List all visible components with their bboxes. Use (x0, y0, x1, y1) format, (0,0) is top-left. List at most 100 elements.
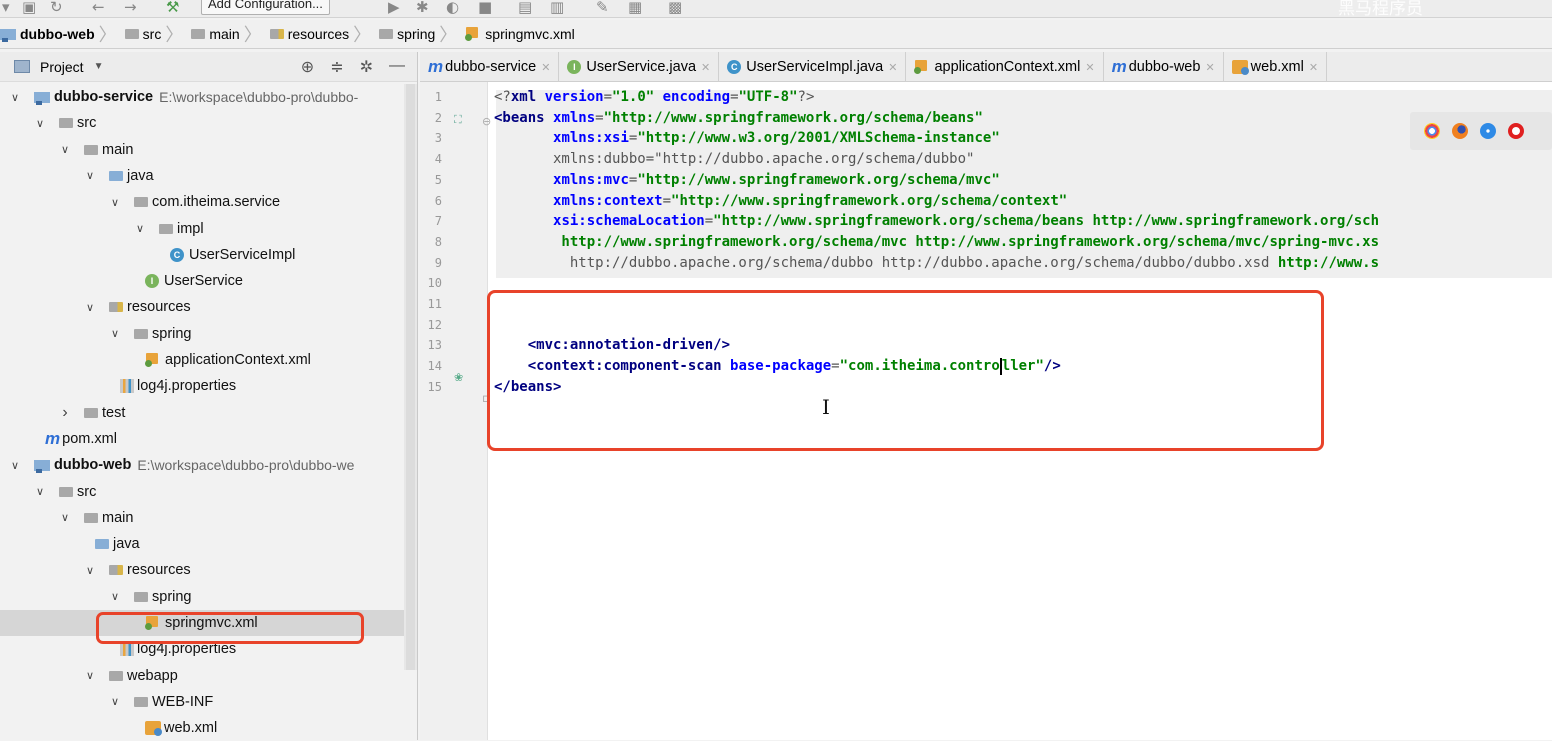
tree-item[interactable]: I UserService (0, 268, 404, 294)
tree-item[interactable]: › test (0, 400, 404, 426)
chevron-down-icon[interactable]: ∨ (83, 564, 97, 577)
sync-icon[interactable]: ↻ (50, 0, 63, 15)
sdk-icon[interactable]: ▥ (550, 0, 564, 15)
stop-icon[interactable]: ■ (478, 0, 492, 15)
coverage-icon[interactable]: ◐ (446, 0, 459, 15)
code-line[interactable]: <?xml version="1.0" encoding="UTF-8"?> (494, 87, 814, 107)
tree-item[interactable]: ∨ spring (0, 321, 404, 347)
editor-tab[interactable]: web.xml ✕ (1224, 52, 1328, 82)
gutter-bean-icon[interactable]: ⛶ (454, 113, 462, 127)
chevron-down-icon[interactable]: ∨ (83, 669, 97, 682)
project-panel-title[interactable]: Project (40, 59, 84, 75)
chevron-down-icon[interactable]: ∨ (133, 222, 147, 235)
close-icon[interactable]: ✕ (1309, 61, 1318, 74)
save-all-icon[interactable]: ▾ (2, 0, 10, 15)
breadcrumb-item[interactable]: dubbo-web 〉 (0, 20, 125, 49)
tree-item[interactable]: web.xml (0, 715, 404, 741)
code-line[interactable]: xmlns:mvc="http://www.springframework.or… (494, 170, 1000, 190)
tree-item[interactable]: ∨ resources (0, 294, 404, 320)
gear-icon[interactable]: ✲ (360, 57, 373, 77)
chevron-down-icon[interactable]: ∨ (8, 91, 22, 104)
forward-icon[interactable]: → (124, 0, 137, 15)
breadcrumb-item[interactable]: main 〉 (191, 20, 269, 49)
code-line[interactable]: xsi:schemaLocation="http://www.springfra… (494, 211, 1379, 231)
breadcrumb-item[interactable]: spring 〉 (379, 20, 465, 49)
run-icon[interactable]: ▶ (388, 0, 400, 15)
tree-item[interactable]: ∨ dubbo-web E:\workspace\dubbo-pro\dubbo-w… (0, 452, 404, 478)
build-icon[interactable]: ⚒ (166, 0, 179, 15)
collapse-all-icon[interactable]: ≑ (330, 57, 343, 77)
tree-item[interactable]: ∨ dubbo-service E:\workspace\dubbo-pro\dub… (0, 84, 404, 110)
chevron-down-icon[interactable]: ∨ (33, 485, 47, 498)
close-icon[interactable]: ✕ (701, 61, 710, 74)
tree-item[interactable]: ∨ java (0, 163, 404, 189)
run-configuration-dropdown[interactable]: Add Configuration... (201, 0, 330, 15)
tree-item[interactable]: ∨ impl (0, 216, 404, 242)
close-icon[interactable]: ✕ (888, 61, 897, 74)
tree-item[interactable]: java (0, 531, 404, 557)
code-line[interactable]: http://dubbo.apache.org/schema/dubbo htt… (494, 253, 1379, 273)
chevron-down-icon[interactable]: ∨ (83, 301, 97, 314)
chevron-down-icon[interactable]: ∨ (83, 169, 97, 182)
gutter-spring-icon[interactable]: ❀ (454, 371, 463, 384)
tree-item[interactable]: ∨ src (0, 110, 404, 136)
chevron-right-icon[interactable]: › (58, 404, 72, 422)
chevron-down-icon[interactable]: ∨ (108, 695, 122, 708)
chevron-down-icon[interactable]: ∨ (108, 327, 122, 340)
hide-icon[interactable]: — (389, 57, 405, 77)
tree-scrollbar[interactable] (404, 84, 417, 670)
code-token: xmlns:mvc (553, 171, 629, 188)
code-line[interactable]: xmlns:dubbo="http://dubbo.apache.org/sch… (494, 149, 974, 169)
editor-tab[interactable]: C UserServiceImpl.java ✕ (719, 52, 907, 82)
locate-icon[interactable]: ⊕ (301, 57, 314, 77)
chevron-down-icon[interactable]: ∨ (108, 196, 122, 209)
tree-item[interactable]: ∨ resources (0, 557, 404, 583)
chevron-down-icon[interactable]: ▼ (94, 61, 104, 72)
close-icon[interactable]: ✕ (541, 61, 550, 74)
tree-item[interactable]: ∨ WEB-INF (0, 689, 404, 715)
editor-tab[interactable]: applicationContext.xml ✕ (906, 52, 1104, 82)
code-line[interactable]: http://www.springframework.org/schema/mv… (494, 232, 1379, 252)
tree-item[interactable]: ∨ src (0, 479, 404, 505)
firefox-icon[interactable] (1452, 123, 1468, 139)
breadcrumb-item[interactable]: src 〉 (124, 20, 192, 49)
back-icon[interactable]: ← (92, 0, 105, 15)
breadcrumb-item[interactable]: springmvc.xml (465, 20, 578, 49)
code-line[interactable]: xmlns:xsi="http://www.w3.org/2001/XMLSch… (494, 128, 1000, 148)
tree-item[interactable]: C UserServiceImpl (0, 242, 404, 268)
vcs-icon[interactable]: ▩ (668, 0, 682, 15)
settings-wrench-icon[interactable]: ✎ (596, 0, 609, 15)
chevron-down-icon[interactable]: ∨ (58, 143, 72, 156)
close-icon[interactable]: ✕ (1205, 61, 1214, 74)
tree-item[interactable]: m pom.xml (0, 426, 404, 452)
chevron-down-icon[interactable]: ∨ (58, 511, 72, 524)
chrome-icon[interactable] (1424, 123, 1440, 139)
editor-tab[interactable]: I UserService.java ✕ (559, 52, 720, 82)
tree-item[interactable]: log4j.properties (0, 373, 404, 399)
tree-item[interactable]: ∨ main (0, 505, 404, 531)
close-icon[interactable]: ✕ (1085, 61, 1094, 74)
fold-marker-icon[interactable]: ⊖ (482, 115, 491, 128)
editor-tab[interactable]: m dubbo-web ✕ (1104, 52, 1224, 82)
structure-icon[interactable]: ▦ (628, 0, 642, 15)
tree-item[interactable]: ∨ webapp (0, 663, 404, 689)
tree-item[interactable]: ∨ main (0, 137, 404, 163)
editor-tab[interactable]: m dubbo-service ✕ (420, 52, 560, 82)
project-structure-icon[interactable]: ▤ (518, 0, 532, 15)
tree-item[interactable]: applicationContext.xml (0, 347, 404, 373)
opera-icon[interactable] (1508, 123, 1524, 139)
xml-file-icon (145, 353, 161, 367)
chevron-down-icon[interactable]: ∨ (33, 117, 47, 130)
chevron-down-icon[interactable]: ∨ (8, 459, 22, 472)
tree-item[interactable]: ∨ com.itheima.service (0, 189, 404, 215)
breadcrumb-item[interactable]: resources 〉 (269, 20, 379, 49)
tree-item[interactable]: ∨ spring (0, 584, 404, 610)
debug-icon[interactable]: ✱ (416, 0, 429, 15)
tree-item-label: java (127, 167, 154, 184)
safari-icon[interactable] (1480, 123, 1496, 139)
save-icon[interactable]: ▣ (22, 0, 36, 15)
scrollbar-thumb[interactable] (406, 84, 415, 670)
code-line[interactable]: xmlns:context="http://www.springframewor… (494, 191, 1067, 211)
code-line[interactable]: <beans xmlns="http://www.springframework… (494, 108, 983, 128)
chevron-down-icon[interactable]: ∨ (108, 590, 122, 603)
